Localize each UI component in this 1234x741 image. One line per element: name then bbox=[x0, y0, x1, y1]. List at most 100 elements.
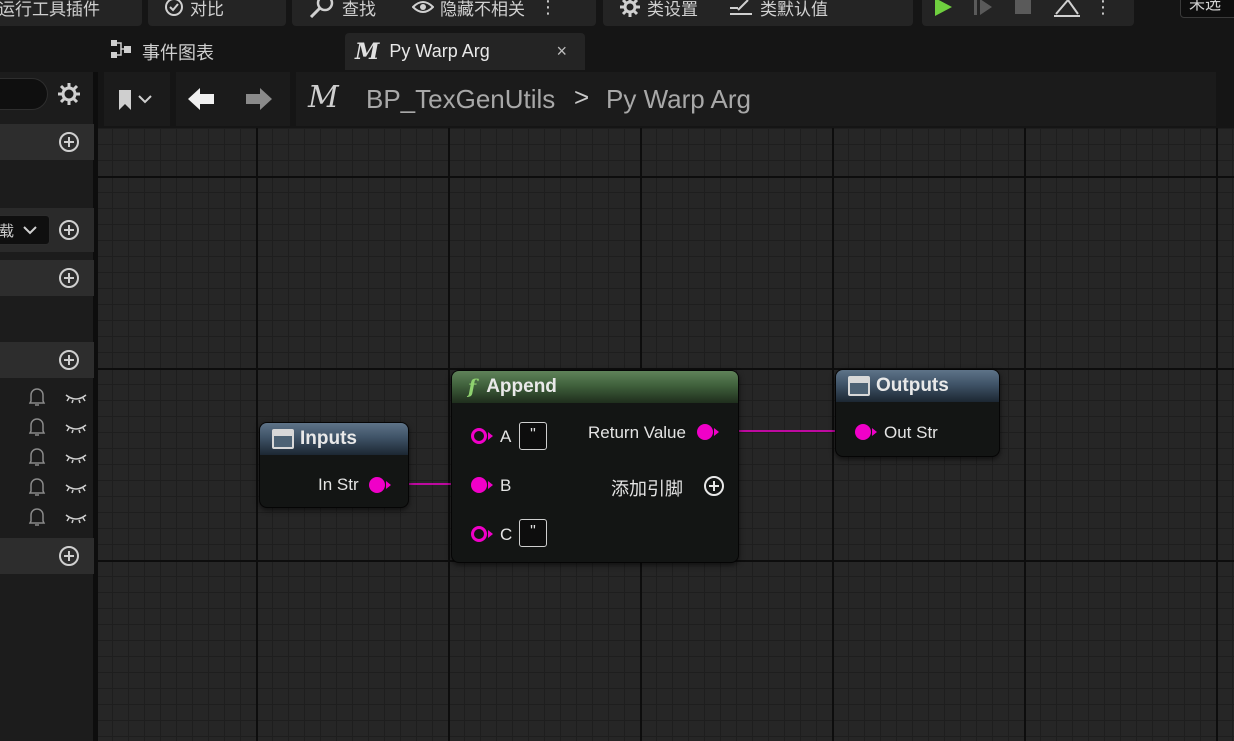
function-m-icon: M bbox=[308, 80, 339, 115]
chevron-down-icon bbox=[22, 222, 38, 239]
override-dropdown[interactable]: 载 bbox=[0, 215, 50, 245]
pin-label-b: B bbox=[500, 476, 512, 495]
pin-arrow-icon bbox=[714, 428, 719, 436]
hide-unrelated-label[interactable]: 隐藏不相关 bbox=[440, 0, 525, 20]
pin-c-default-input[interactable]: " bbox=[519, 519, 547, 547]
pin-label-c: C bbox=[500, 525, 513, 544]
pin-out-str[interactable] bbox=[855, 424, 871, 440]
bell-icon[interactable] bbox=[28, 387, 46, 412]
blueprint-editor: { "toolbar": { "tools_label": "运行工具插件", … bbox=[0, 0, 1234, 741]
check-circle-icon bbox=[164, 0, 184, 17]
eject-icon[interactable] bbox=[1052, 0, 1082, 18]
function-f-icon: f bbox=[468, 376, 477, 398]
tool-plugins-label: 运行工具插件 bbox=[0, 0, 100, 19]
pin-b[interactable] bbox=[471, 477, 487, 493]
pin-arrow-icon bbox=[386, 481, 391, 489]
outputs-node[interactable]: Outputs Out Str bbox=[835, 369, 1000, 457]
diff-button[interactable]: 对比 bbox=[148, 0, 286, 26]
debug-object-label: 未选 bbox=[1189, 0, 1222, 13]
append-node[interactable]: f Append A " B C " Return Value 添加引脚 bbox=[451, 370, 739, 563]
class-settings-group: 类设置 类默认值 bbox=[603, 0, 913, 26]
struct-icon bbox=[272, 429, 294, 449]
add-dispatcher-icon[interactable] bbox=[58, 545, 80, 572]
list-item[interactable] bbox=[0, 382, 94, 412]
pin-arrow-icon bbox=[488, 432, 493, 440]
main-toolbar: 运行工具插件 对比 查找 隐藏不相关 ⋮ 类设置 类默认值 ⋮ 未选 bbox=[0, 0, 1234, 28]
pin-in-str[interactable] bbox=[369, 477, 385, 493]
debug-object-selector[interactable]: 未选 bbox=[1180, 0, 1234, 18]
list-item[interactable] bbox=[0, 412, 94, 442]
eye-icon[interactable] bbox=[412, 0, 434, 14]
back-arrow-icon[interactable] bbox=[186, 86, 216, 117]
inputs-node-title: Inputs bbox=[300, 428, 357, 449]
pin-a-default-input[interactable]: " bbox=[519, 422, 547, 450]
more-options-icon[interactable]: ⋮ bbox=[539, 0, 557, 18]
find-label[interactable]: 查找 bbox=[342, 0, 376, 20]
graph-breadcrumb-bar: M BP_TexGenUtils > Py Warp Arg bbox=[98, 72, 1234, 128]
pin-a[interactable] bbox=[471, 428, 487, 444]
add-function-icon[interactable] bbox=[58, 219, 80, 246]
tab-py-warp-arg-label: Py Warp Arg bbox=[389, 41, 490, 61]
list-item[interactable] bbox=[0, 442, 94, 472]
append-node-title: Append bbox=[486, 376, 557, 397]
add-pin-label[interactable]: 添加引脚 bbox=[611, 475, 683, 501]
bell-icon[interactable] bbox=[28, 447, 46, 472]
tab-event-graph[interactable]: 事件图表 bbox=[100, 33, 340, 70]
override-dropdown-label: 载 bbox=[0, 222, 15, 240]
add-pin-icon[interactable] bbox=[703, 475, 725, 502]
document-tab-bar: 事件图表 M Py Warp Arg × bbox=[0, 28, 1234, 72]
gear-icon[interactable] bbox=[619, 0, 641, 18]
outputs-node-title: Outputs bbox=[876, 375, 949, 396]
graph-icon bbox=[110, 39, 132, 64]
tool-plugins-button[interactable]: 运行工具插件 bbox=[0, 0, 142, 26]
class-settings-label[interactable]: 类设置 bbox=[647, 0, 698, 20]
search-input[interactable] bbox=[0, 78, 48, 110]
eye-closed-icon[interactable] bbox=[64, 511, 88, 529]
outputs-node-header[interactable]: Outputs bbox=[836, 370, 999, 402]
diff-label: 对比 bbox=[190, 0, 224, 19]
pin-c[interactable] bbox=[471, 526, 487, 542]
section-variables[interactable] bbox=[0, 342, 94, 378]
struct-icon bbox=[848, 376, 870, 396]
tab-py-warp-arg[interactable]: M Py Warp Arg × bbox=[345, 33, 585, 70]
inputs-node[interactable]: Inputs In Str bbox=[259, 422, 409, 508]
breadcrumb-blueprint[interactable]: BP_TexGenUtils bbox=[366, 84, 555, 115]
eye-closed-icon[interactable] bbox=[64, 391, 88, 409]
list-item[interactable] bbox=[0, 502, 94, 532]
append-node-header[interactable]: f Append bbox=[452, 371, 738, 403]
pin-arrow-icon bbox=[488, 481, 493, 489]
breadcrumb-function[interactable]: Py Warp Arg bbox=[606, 84, 751, 115]
bookmark-button[interactable] bbox=[104, 72, 170, 126]
tab-event-graph-label: 事件图表 bbox=[142, 42, 214, 63]
eye-closed-icon[interactable] bbox=[64, 451, 88, 469]
stop-icon[interactable] bbox=[1012, 0, 1034, 18]
search-icon[interactable] bbox=[308, 0, 336, 18]
add-macro-icon[interactable] bbox=[58, 267, 80, 294]
breadcrumb-separator: > bbox=[574, 82, 590, 112]
pin-label-a: A bbox=[500, 427, 512, 446]
class-defaults-label[interactable]: 类默认值 bbox=[760, 0, 828, 20]
bell-icon[interactable] bbox=[28, 417, 46, 442]
section-graphs[interactable] bbox=[0, 124, 94, 160]
section-event-dispatchers[interactable] bbox=[0, 538, 94, 574]
settings-gear-icon[interactable] bbox=[57, 82, 81, 111]
pin-arrow-icon bbox=[488, 530, 493, 538]
list-item[interactable] bbox=[0, 472, 94, 502]
bell-icon[interactable] bbox=[28, 507, 46, 532]
step-icon[interactable] bbox=[972, 0, 994, 18]
play-icon[interactable] bbox=[932, 0, 954, 18]
eye-closed-icon[interactable] bbox=[64, 421, 88, 439]
eye-closed-icon[interactable] bbox=[64, 481, 88, 499]
close-tab-icon[interactable]: × bbox=[556, 41, 567, 62]
add-graph-icon[interactable] bbox=[58, 131, 80, 158]
bell-icon[interactable] bbox=[28, 477, 46, 502]
add-variable-icon[interactable] bbox=[58, 349, 80, 376]
class-defaults-icon[interactable] bbox=[728, 0, 754, 16]
pin-return-value[interactable] bbox=[697, 424, 713, 440]
nav-arrows bbox=[176, 72, 290, 126]
inputs-node-header[interactable]: Inputs bbox=[260, 423, 408, 455]
forward-arrow-icon[interactable] bbox=[244, 86, 274, 117]
play-options-icon[interactable]: ⋮ bbox=[1094, 0, 1112, 18]
section-macros[interactable] bbox=[0, 260, 94, 296]
breadcrumb: M BP_TexGenUtils > Py Warp Arg bbox=[296, 72, 1216, 126]
